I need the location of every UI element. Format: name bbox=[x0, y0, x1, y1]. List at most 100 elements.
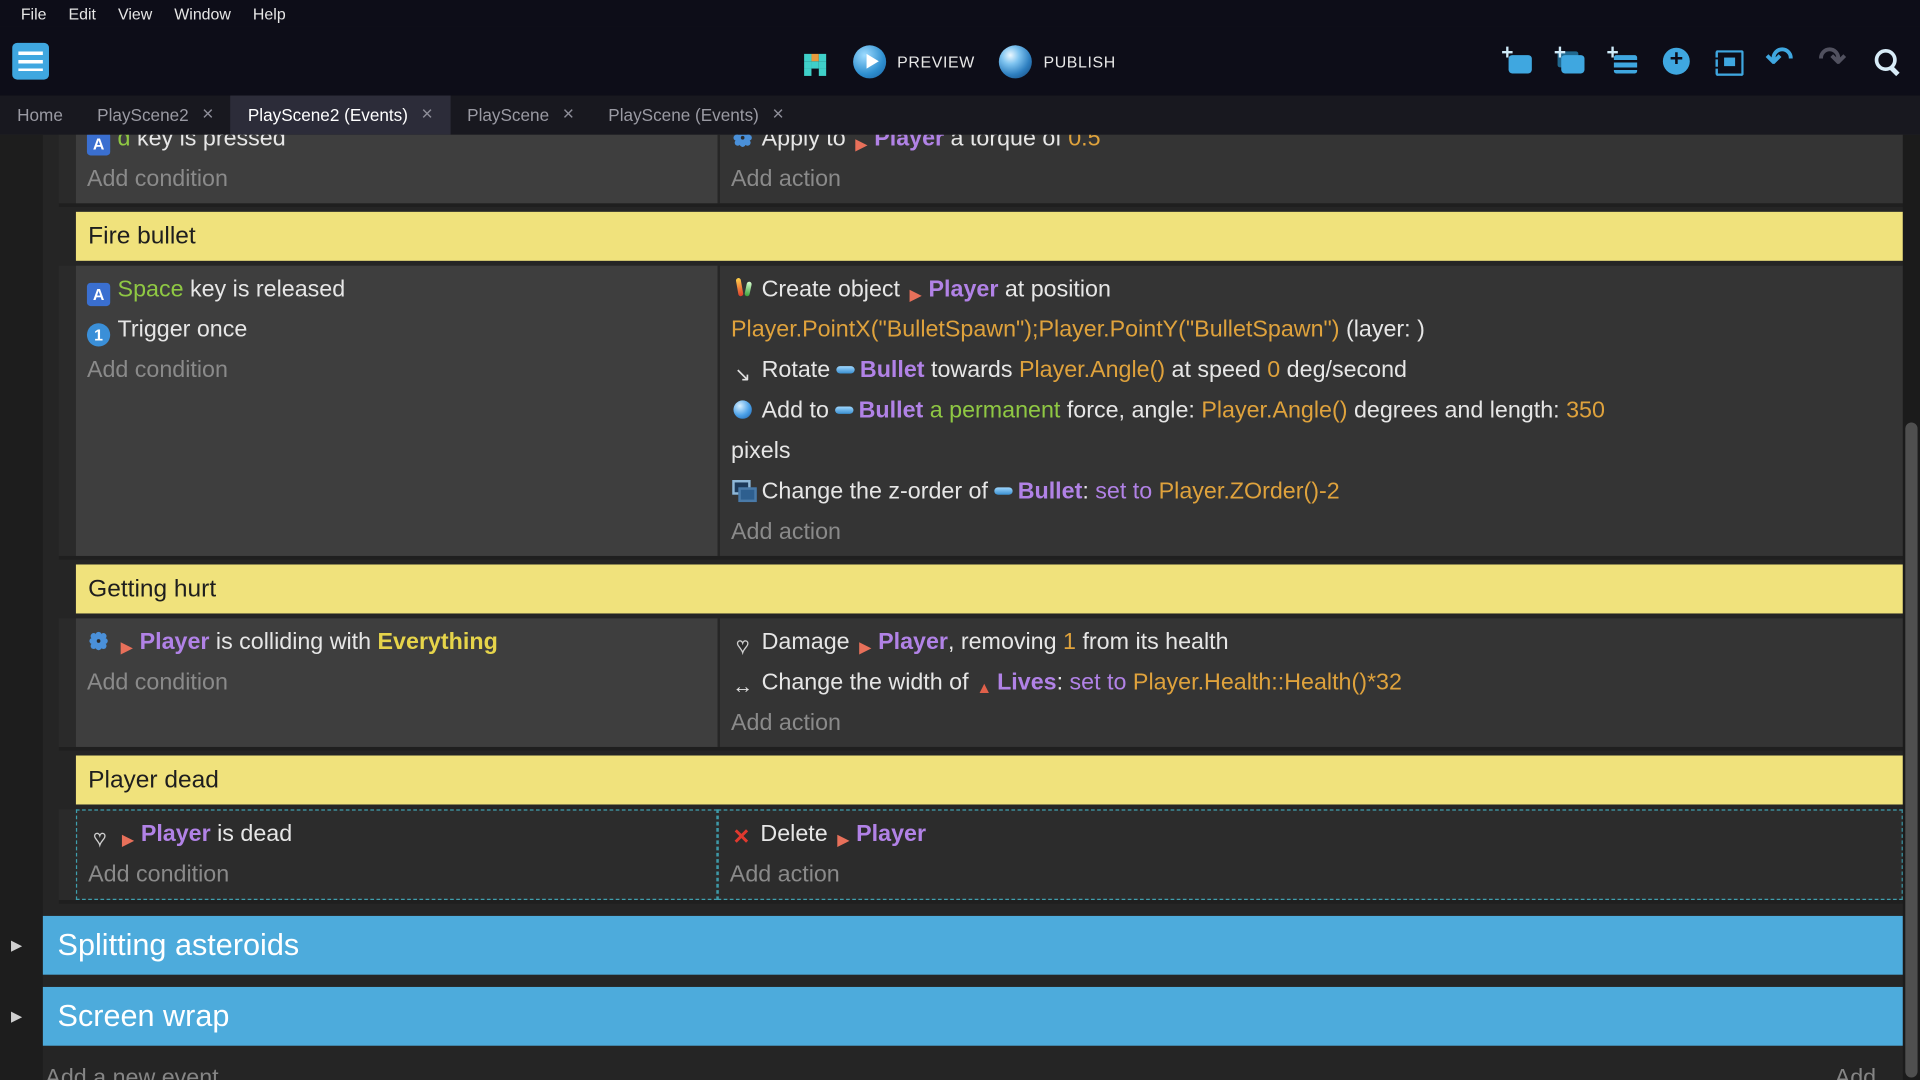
event-gutter bbox=[59, 135, 76, 204]
scrollbar-thumb[interactable] bbox=[1905, 422, 1917, 1077]
comment-row[interactable]: Player dead bbox=[76, 756, 1903, 805]
add-action-button[interactable]: Add action bbox=[720, 159, 1903, 199]
condition-item[interactable]: Space key is released bbox=[76, 269, 718, 309]
action-item[interactable]: Apply to Player a torque of 0.5 bbox=[720, 135, 1903, 159]
event-row[interactable]: Player is colliding with EverythingAdd c… bbox=[59, 618, 1903, 750]
tab-label: PlayScene2 bbox=[97, 105, 188, 125]
publish-icon bbox=[999, 45, 1032, 78]
add-more-button[interactable]: Add... bbox=[1835, 1065, 1896, 1080]
tab-label: PlayScene (Events) bbox=[608, 105, 759, 125]
event-gutter bbox=[59, 618, 76, 747]
gdevelop-logo-icon[interactable] bbox=[12, 43, 49, 80]
group-row[interactable]: ▶Screen wrap bbox=[43, 987, 1903, 1046]
chevron-right-icon[interactable]: ▶ bbox=[11, 1008, 22, 1025]
tab-close-icon[interactable]: × bbox=[563, 107, 574, 124]
play-icon bbox=[853, 45, 886, 78]
add-condition-button[interactable]: Add condition bbox=[77, 855, 716, 895]
bullet-icon bbox=[837, 358, 857, 381]
add-new-event-button[interactable]: Add a new event bbox=[45, 1065, 218, 1080]
heart-icon bbox=[88, 827, 111, 850]
add-condition-button[interactable]: Add condition bbox=[76, 159, 718, 199]
bullet-icon bbox=[994, 479, 1014, 502]
tab-label: PlayScene bbox=[467, 105, 549, 125]
player-icon bbox=[834, 828, 852, 851]
player-icon bbox=[856, 636, 874, 659]
menubar: FileEditViewWindowHelp bbox=[0, 0, 1920, 27]
tab-close-icon[interactable]: × bbox=[421, 107, 432, 124]
condition-item[interactable]: d key is pressed bbox=[76, 135, 718, 159]
add-more-icon[interactable] bbox=[1660, 45, 1692, 77]
content-area: d key is pressedAdd conditionApply to Pl… bbox=[0, 135, 1920, 1080]
add-action-button[interactable]: Add action bbox=[720, 703, 1903, 743]
tab-playscene-events[interactable]: PlayScene (Events) × bbox=[591, 96, 801, 135]
player-icon bbox=[852, 135, 870, 156]
vertical-scrollbar[interactable] bbox=[1903, 135, 1920, 1080]
add-comment-icon[interactable] bbox=[1608, 45, 1640, 77]
menu-item-edit[interactable]: Edit bbox=[57, 4, 106, 22]
bullet-icon bbox=[835, 398, 855, 421]
action-item[interactable]: Add to Bullet a permanent force, angle: … bbox=[720, 391, 1903, 472]
app-window: FileEditViewWindowHelp PREVIEW PUBLISH H… bbox=[0, 0, 1920, 1080]
condition-item[interactable]: Trigger once bbox=[76, 310, 718, 350]
actions-cell: Damage Player, removing 1 from its healt… bbox=[718, 618, 1903, 747]
add-action-button[interactable]: Add action bbox=[720, 512, 1903, 552]
toolbar-center: PREVIEW PUBLISH bbox=[804, 45, 1116, 78]
tab-playscene[interactable]: PlayScene × bbox=[450, 96, 591, 135]
physics-icon bbox=[87, 629, 110, 652]
action-item[interactable]: Change the z-order of Bullet: set to Pla… bbox=[720, 471, 1903, 511]
redo-icon[interactable] bbox=[1818, 45, 1850, 77]
search-icon[interactable] bbox=[1871, 45, 1903, 77]
menu-item-file[interactable]: File bbox=[10, 4, 58, 22]
action-item[interactable]: Create object Player at position Player.… bbox=[720, 269, 1903, 350]
add-event-icon[interactable] bbox=[1502, 45, 1534, 77]
condition-item[interactable]: Player is dead bbox=[77, 814, 716, 854]
undo-icon[interactable] bbox=[1766, 45, 1798, 77]
player-icon bbox=[906, 283, 924, 306]
preview-button[interactable]: PREVIEW bbox=[853, 45, 975, 78]
tabbar: HomePlayScene2×PlayScene2 (Events)×PlayS… bbox=[0, 96, 1920, 135]
conditions-cell: d key is pressedAdd condition bbox=[76, 135, 718, 204]
group-row[interactable]: ▶Splitting asteroids bbox=[43, 916, 1903, 975]
condition-item[interactable]: Player is colliding with Everything bbox=[76, 622, 718, 662]
event-row[interactable]: Player is deadAdd conditionDelete Player… bbox=[59, 809, 1903, 903]
delete-icon bbox=[730, 825, 753, 848]
rotate-icon bbox=[731, 364, 754, 387]
tab-close-icon[interactable]: × bbox=[772, 107, 783, 124]
chevron-right-icon[interactable]: ▶ bbox=[11, 937, 22, 954]
group-title: Splitting asteroids bbox=[43, 928, 299, 964]
comment-row[interactable]: Getting hurt bbox=[76, 564, 1903, 613]
event-gutter bbox=[59, 266, 76, 556]
menu-item-view[interactable]: View bbox=[107, 4, 163, 22]
create-icon bbox=[731, 277, 754, 300]
add-action-button[interactable]: Add action bbox=[719, 855, 1902, 895]
publish-button[interactable]: PUBLISH bbox=[999, 45, 1115, 78]
sheet-footer: Add a new event Add... bbox=[43, 1065, 1903, 1080]
conditions-cell: Player is colliding with EverythingAdd c… bbox=[76, 618, 718, 747]
event-sheet: d key is pressedAdd conditionApply to Pl… bbox=[43, 135, 1903, 1046]
event-row[interactable]: Space key is releasedTrigger onceAdd con… bbox=[59, 266, 1903, 560]
comment-row[interactable]: Fire bullet bbox=[76, 212, 1903, 261]
tab-label: Home bbox=[17, 105, 63, 125]
physics-icon bbox=[731, 135, 754, 150]
add-condition-button[interactable]: Add condition bbox=[76, 350, 718, 390]
menu-item-help[interactable]: Help bbox=[242, 4, 297, 22]
tab-playscene2-events[interactable]: PlayScene2 (Events) × bbox=[231, 96, 450, 135]
tab-label: PlayScene2 (Events) bbox=[248, 105, 408, 125]
action-item[interactable]: Damage Player, removing 1 from its healt… bbox=[720, 622, 1903, 662]
keyboard-icon bbox=[87, 283, 110, 306]
paste-icon[interactable] bbox=[1713, 45, 1745, 77]
menu-item-window[interactable]: Window bbox=[163, 4, 242, 22]
action-item[interactable]: Rotate Bullet towards Player.Angle() at … bbox=[720, 350, 1903, 390]
event-row[interactable]: d key is pressedAdd conditionApply to Pl… bbox=[59, 135, 1903, 207]
event-gutter bbox=[59, 809, 76, 900]
add-subevent-icon[interactable] bbox=[1555, 45, 1587, 77]
add-condition-button[interactable]: Add condition bbox=[76, 662, 718, 702]
action-item[interactable]: Delete Player bbox=[719, 814, 1902, 854]
toolbar: PREVIEW PUBLISH bbox=[0, 27, 1920, 96]
tab-close-icon[interactable]: × bbox=[202, 107, 213, 124]
tab-playscene2[interactable]: PlayScene2 × bbox=[80, 96, 231, 135]
action-item[interactable]: Change the width of Lives: set to Player… bbox=[720, 662, 1903, 702]
tab-home[interactable]: Home bbox=[0, 96, 80, 135]
trigger-once-icon bbox=[87, 323, 110, 346]
preview-label: PREVIEW bbox=[897, 52, 975, 70]
